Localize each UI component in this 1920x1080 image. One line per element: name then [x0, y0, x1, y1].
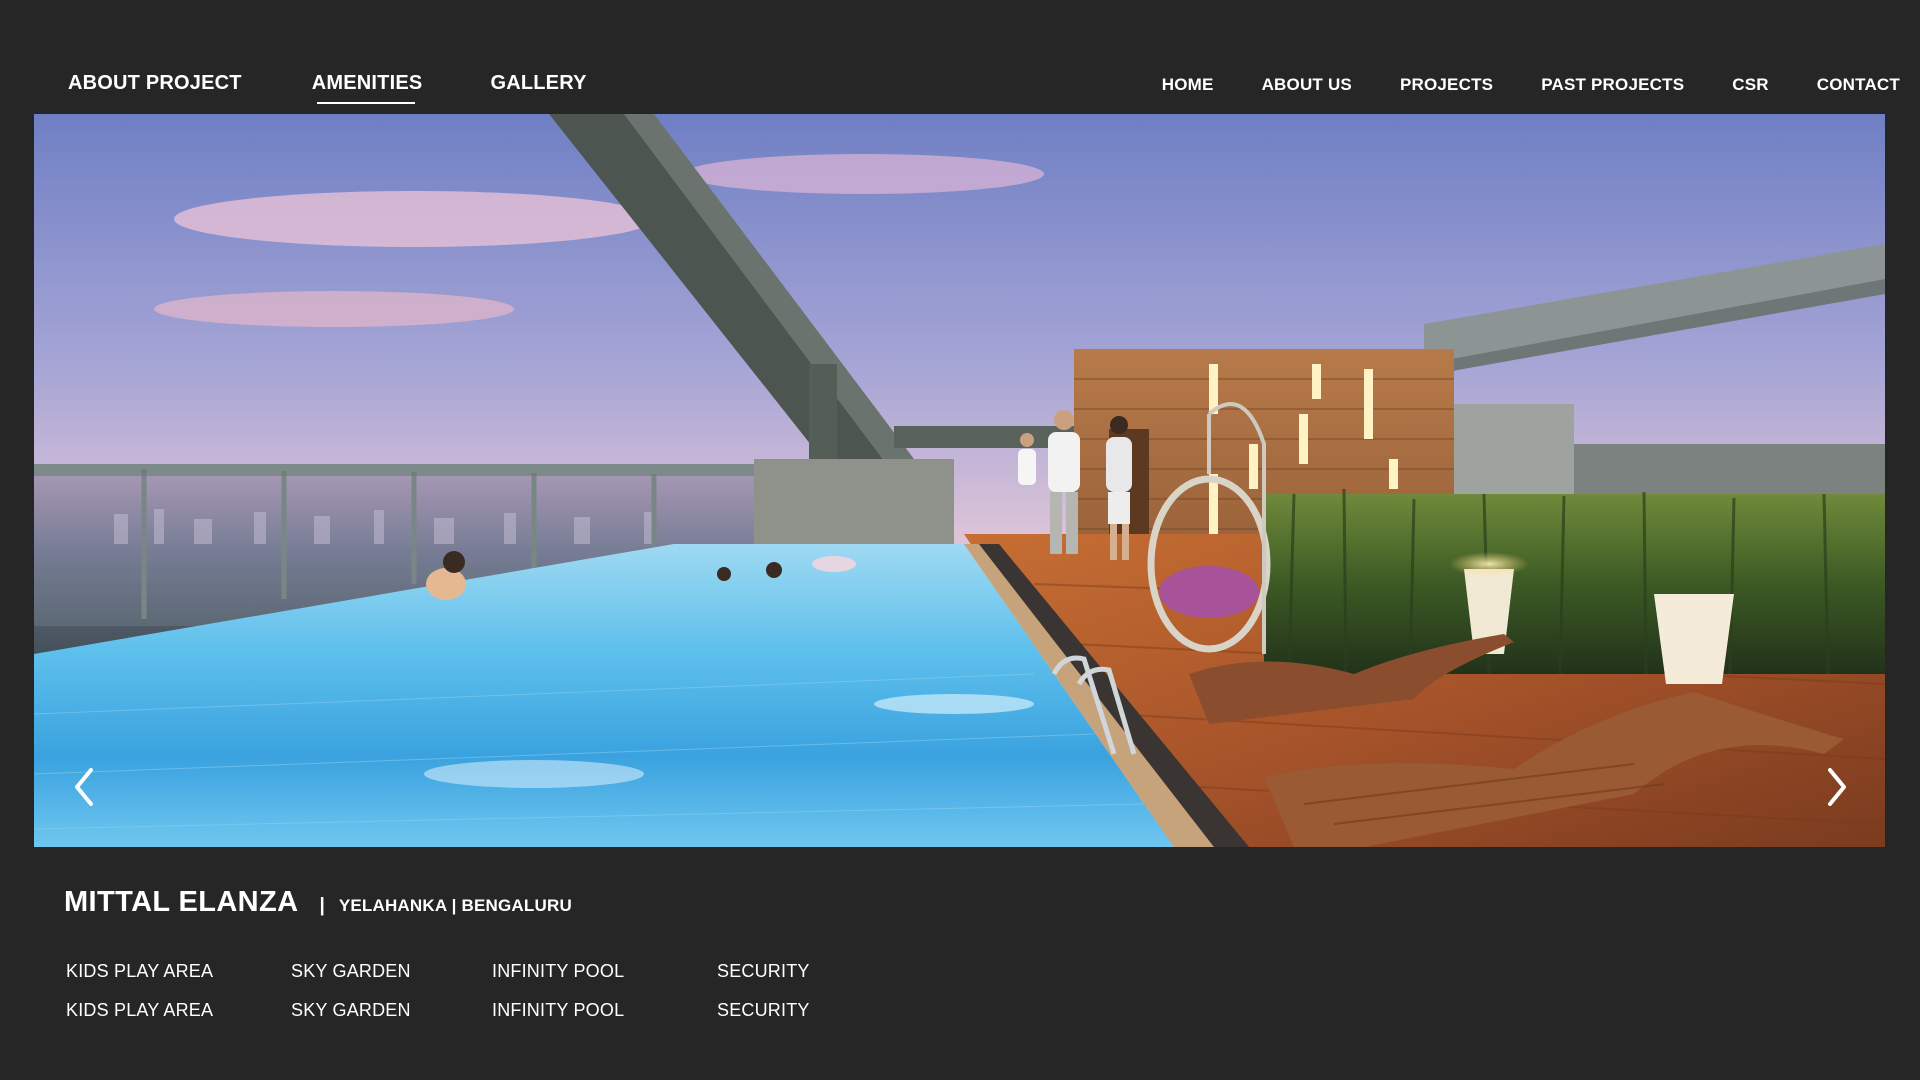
tab-about-project[interactable]: ABOUT PROJECT	[68, 72, 242, 95]
amenity-item: KIDS PLAY AREA	[66, 1000, 214, 1020]
title-separator: |	[319, 895, 325, 916]
amenity-item: INFINITY POOL	[492, 961, 625, 981]
nav-past-projects[interactable]: PAST PROJECTS	[1541, 75, 1684, 95]
hero-slide-image	[34, 114, 1885, 847]
amenity-item: SECURITY	[717, 1000, 810, 1020]
amenity-item: INFINITY POOL	[492, 1000, 625, 1020]
amenity-item: KIDS PLAY AREA	[66, 961, 214, 981]
nav-home[interactable]: HOME	[1162, 75, 1214, 95]
chevron-right-icon	[1828, 768, 1846, 806]
nav-csr[interactable]: CSR	[1732, 75, 1769, 95]
project-nav: ABOUT PROJECT AMENITIES GALLERY	[68, 72, 587, 104]
main-nav: HOME ABOUT US PROJECTS PAST PROJECTS CSR…	[1162, 75, 1900, 95]
slider-prev-button[interactable]	[64, 762, 104, 812]
nav-about-us[interactable]: ABOUT US	[1262, 75, 1352, 95]
slider-next-button[interactable]	[1817, 762, 1857, 812]
chevron-left-icon	[75, 768, 93, 806]
nav-projects[interactable]: PROJECTS	[1400, 75, 1493, 95]
tab-gallery[interactable]: GALLERY	[490, 72, 586, 95]
amenity-item: SECURITY	[717, 961, 810, 981]
project-name: MITTAL ELANZA	[64, 886, 299, 918]
project-heading: MITTAL ELANZA | YELAHANKA | BENGALURU	[64, 886, 572, 919]
tab-amenities[interactable]: AMENITIES	[312, 72, 423, 104]
project-location: YELAHANKA | BENGALURU	[338, 896, 572, 915]
amenities-list: KIDS PLAY AREA SKY GARDEN INFINITY POOL …	[66, 960, 837, 1022]
amenity-item: SKY GARDEN	[291, 961, 411, 981]
nav-contact[interactable]: CONTACT	[1817, 75, 1900, 95]
amenity-item: SKY GARDEN	[291, 1000, 411, 1020]
